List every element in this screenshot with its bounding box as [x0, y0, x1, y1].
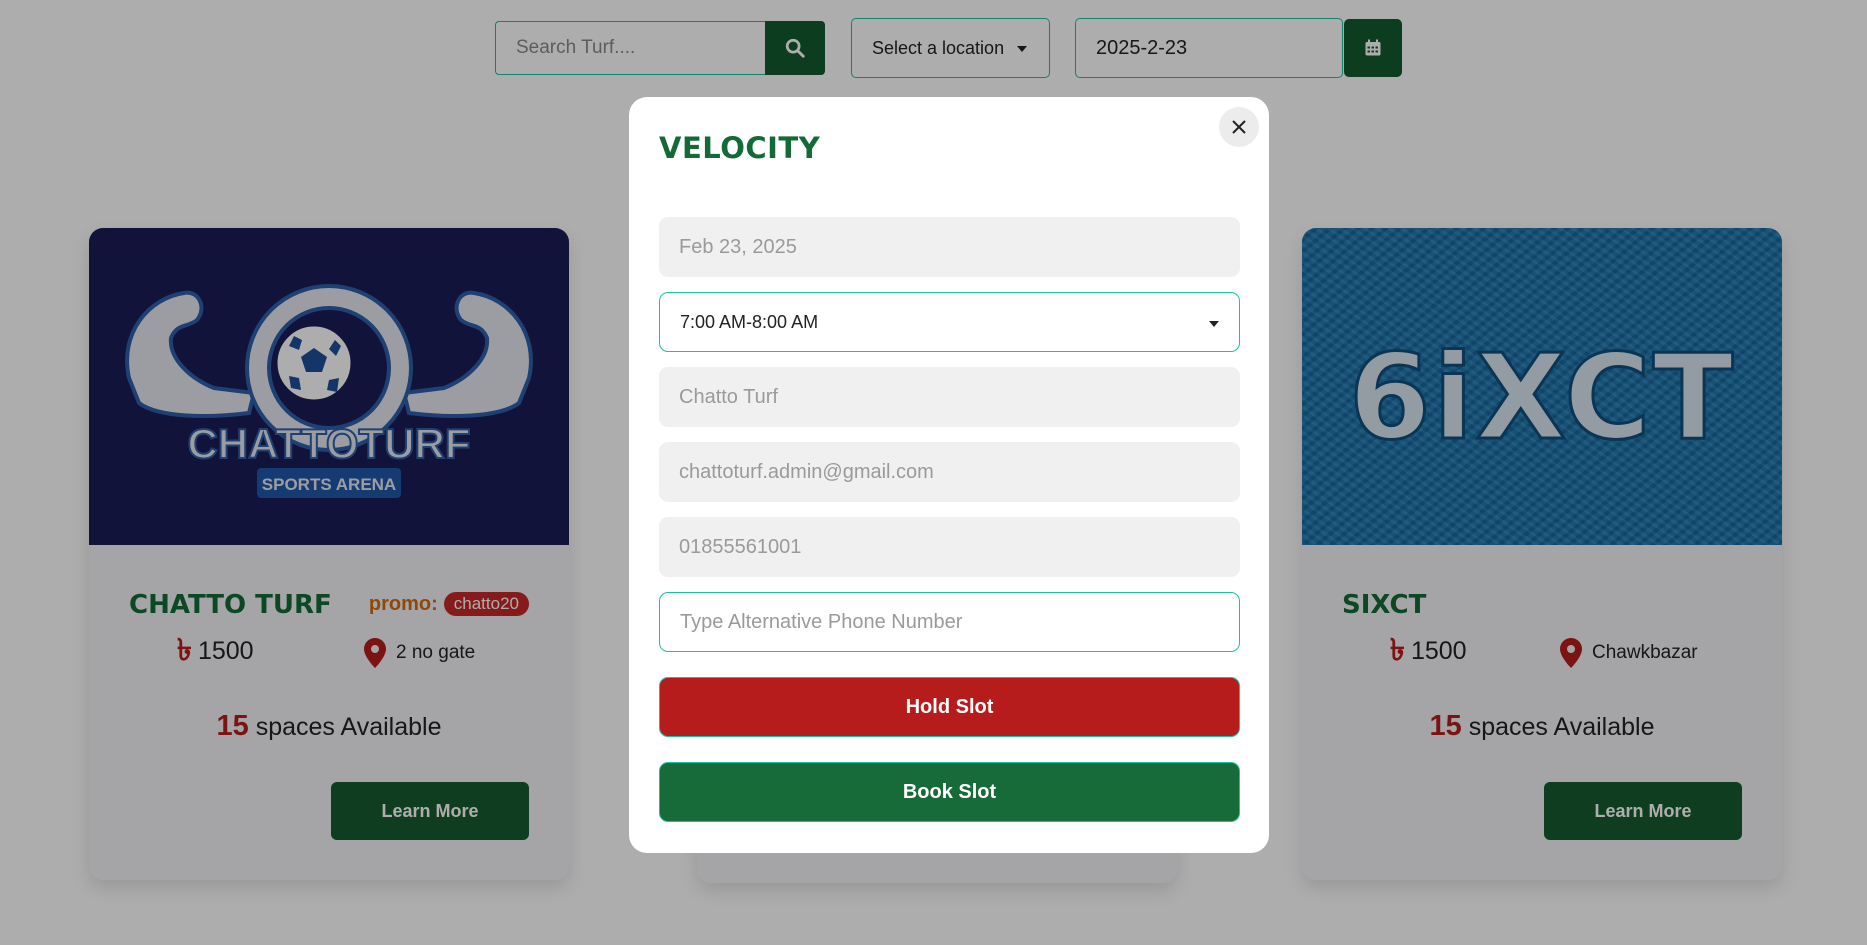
email-value: chattoturf.admin@gmail.com [679, 460, 934, 483]
alt-phone-input[interactable]: Type Alternative Phone Number [659, 592, 1240, 652]
phone-value: 01855561001 [679, 535, 802, 558]
phone-field: 01855561001 [659, 517, 1240, 577]
time-slot-value: 7:00 AM-8:00 AM [680, 311, 819, 332]
chevron-down-icon [1209, 321, 1219, 327]
close-button[interactable] [1219, 107, 1259, 147]
email-field: chattoturf.admin@gmail.com [659, 442, 1240, 502]
turf-name-value: Chatto Turf [679, 385, 778, 408]
booking-modal: VELOCITY Feb 23, 2025 7:00 AM-8:00 AM Ch… [629, 97, 1269, 853]
time-slot-select[interactable]: 7:00 AM-8:00 AM [659, 292, 1240, 352]
date-field-value: Feb 23, 2025 [679, 235, 797, 258]
modal-title: VELOCITY [659, 131, 821, 165]
alt-phone-placeholder: Type Alternative Phone Number [680, 610, 963, 633]
close-icon [1232, 120, 1246, 134]
book-slot-button[interactable]: Book Slot [659, 762, 1240, 822]
turf-name-field: Chatto Turf [659, 367, 1240, 427]
hold-slot-button[interactable]: Hold Slot [659, 677, 1240, 737]
date-field: Feb 23, 2025 [659, 217, 1240, 277]
